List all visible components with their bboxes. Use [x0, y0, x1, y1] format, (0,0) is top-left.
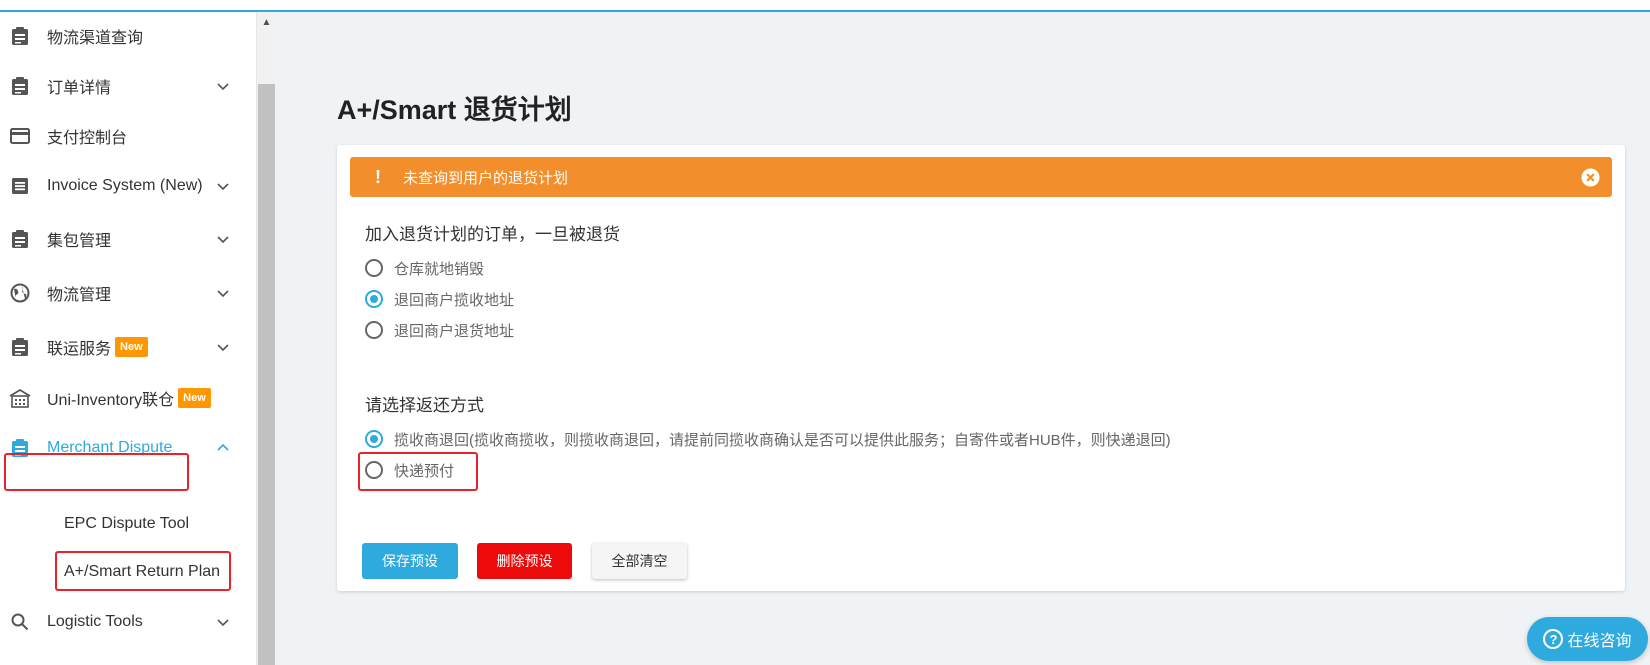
radio-button[interactable]: [365, 321, 383, 339]
credit-card-icon: [9, 125, 31, 147]
clipboard-icon: [9, 437, 31, 459]
clipboard-icon: [9, 228, 31, 250]
page-title: A+/Smart 退货计划: [337, 95, 572, 125]
radio-return-pickup-address[interactable]: 退回商户揽收地址: [365, 288, 514, 310]
chevron-down-icon: [217, 290, 229, 298]
top-bar: [0, 0, 1650, 12]
sidebar-item-label: Logistic Tools: [47, 613, 143, 630]
clear-all-button[interactable]: 全部清空: [592, 543, 687, 579]
sidebar-item-label: Invoice System (New): [47, 177, 203, 194]
radio-button[interactable]: [365, 259, 383, 277]
sidebar-item-order-details[interactable]: 订单详情: [0, 66, 256, 106]
sidebar-item-logistics-channel-query[interactable]: 物流渠道查询: [0, 16, 256, 56]
clipboard-icon: [9, 336, 31, 358]
sidebar-item-label: Uni-Inventory联仓: [47, 392, 175, 409]
globe-icon: [9, 282, 31, 304]
radio-label: 退回商户退货地址: [394, 322, 515, 340]
radio-return-return-address[interactable]: 退回商户退货地址: [365, 319, 514, 341]
clipboard-icon: [9, 75, 31, 97]
sidebar-scrollbar[interactable]: ▲: [256, 12, 275, 665]
new-badge: New: [115, 337, 148, 357]
sidebar-item-label: 物流渠道查询: [47, 30, 144, 47]
scroll-up-icon[interactable]: ▲: [257, 16, 276, 30]
chevron-down-icon: [217, 619, 229, 627]
new-badge: New: [178, 388, 211, 408]
chat-label: 在线咨询: [1567, 633, 1632, 650]
radio-label: 仓库就地销毁: [394, 260, 485, 278]
chevron-down-icon: [217, 83, 229, 91]
sidebar-item-merchant-dispute[interactable]: Merchant Dispute: [0, 428, 256, 468]
radio-label: 退回商户揽收地址: [394, 291, 515, 309]
sidebar-item-label: 物流管理: [47, 287, 112, 304]
radio-button[interactable]: [365, 290, 383, 308]
sidebar-item-label: 联运服务: [47, 341, 112, 358]
radio-warehouse-destroy[interactable]: 仓库就地销毁: [365, 257, 484, 279]
scrollbar-thumb[interactable]: [258, 84, 275, 665]
return-method-label: 请选择返还方式: [365, 396, 484, 415]
sidebar-subitem-smart-return-plan[interactable]: A+/Smart Return Plan: [64, 554, 220, 590]
return-handling-label: 加入退货计划的订单，一旦被退货: [365, 225, 620, 244]
exclamation-icon: !: [375, 166, 381, 187]
list-icon: [9, 175, 31, 197]
radio-carrier-return[interactable]: 揽收商退回(揽收商揽收，则揽收商退回，请提前同揽收商确认是否可以提供此服务；自寄…: [365, 428, 1171, 450]
radio-label: 揽收商退回(揽收商揽收，则揽收商退回，请提前同揽收商确认是否可以提供此服务；自寄…: [394, 431, 1171, 449]
online-chat-button[interactable]: ? 在线咨询: [1527, 617, 1648, 661]
sidebar-item-label: 订单详情: [47, 80, 112, 97]
search-icon: [9, 611, 31, 633]
chevron-down-icon: [217, 236, 229, 244]
sidebar-item-intermodal-service[interactable]: 联运服务 New: [0, 327, 256, 367]
radio-label: 快递预付: [394, 462, 455, 480]
help-icon: ?: [1543, 629, 1564, 649]
alert-text: 未查询到用户的退货计划: [403, 169, 569, 187]
save-preset-button[interactable]: 保存预设: [362, 543, 458, 579]
sidebar-item-logistics-management[interactable]: 物流管理: [0, 273, 256, 313]
sidebar-subitem-epc-dispute-tool[interactable]: EPC Dispute Tool: [64, 506, 189, 542]
close-icon[interactable]: [1581, 168, 1600, 187]
chevron-down-icon: [217, 344, 229, 352]
sidebar: 物流渠道查询 订单详情 支付控制台 Invoice System (New) 集…: [0, 12, 256, 665]
warning-alert: ! 未查询到用户的退货计划: [350, 157, 1612, 197]
chevron-up-icon: [217, 443, 229, 451]
warehouse-icon: [9, 387, 31, 409]
radio-express-prepaid[interactable]: 快递预付: [365, 459, 454, 481]
sidebar-item-label: Merchant Dispute: [47, 439, 173, 456]
sidebar-item-payment-console[interactable]: 支付控制台: [0, 116, 256, 156]
sidebar-item-invoice-system[interactable]: Invoice System (New): [0, 166, 256, 206]
radio-button[interactable]: [365, 430, 383, 448]
return-plan-card: ! 未查询到用户的退货计划 加入退货计划的订单，一旦被退货 仓库就地销毁 退回商…: [337, 145, 1625, 591]
sidebar-item-label: 支付控制台: [47, 130, 128, 147]
sidebar-item-label: 集包管理: [47, 233, 112, 250]
sidebar-item-logistic-tools[interactable]: Logistic Tools: [0, 602, 256, 642]
delete-preset-button[interactable]: 删除预设: [477, 543, 572, 579]
radio-button[interactable]: [365, 461, 383, 479]
sidebar-item-package-management[interactable]: 集包管理: [0, 219, 256, 259]
chevron-down-icon: [217, 183, 229, 191]
sidebar-item-uni-inventory[interactable]: Uni-Inventory联仓 New: [0, 378, 256, 418]
clipboard-icon: [9, 25, 31, 47]
